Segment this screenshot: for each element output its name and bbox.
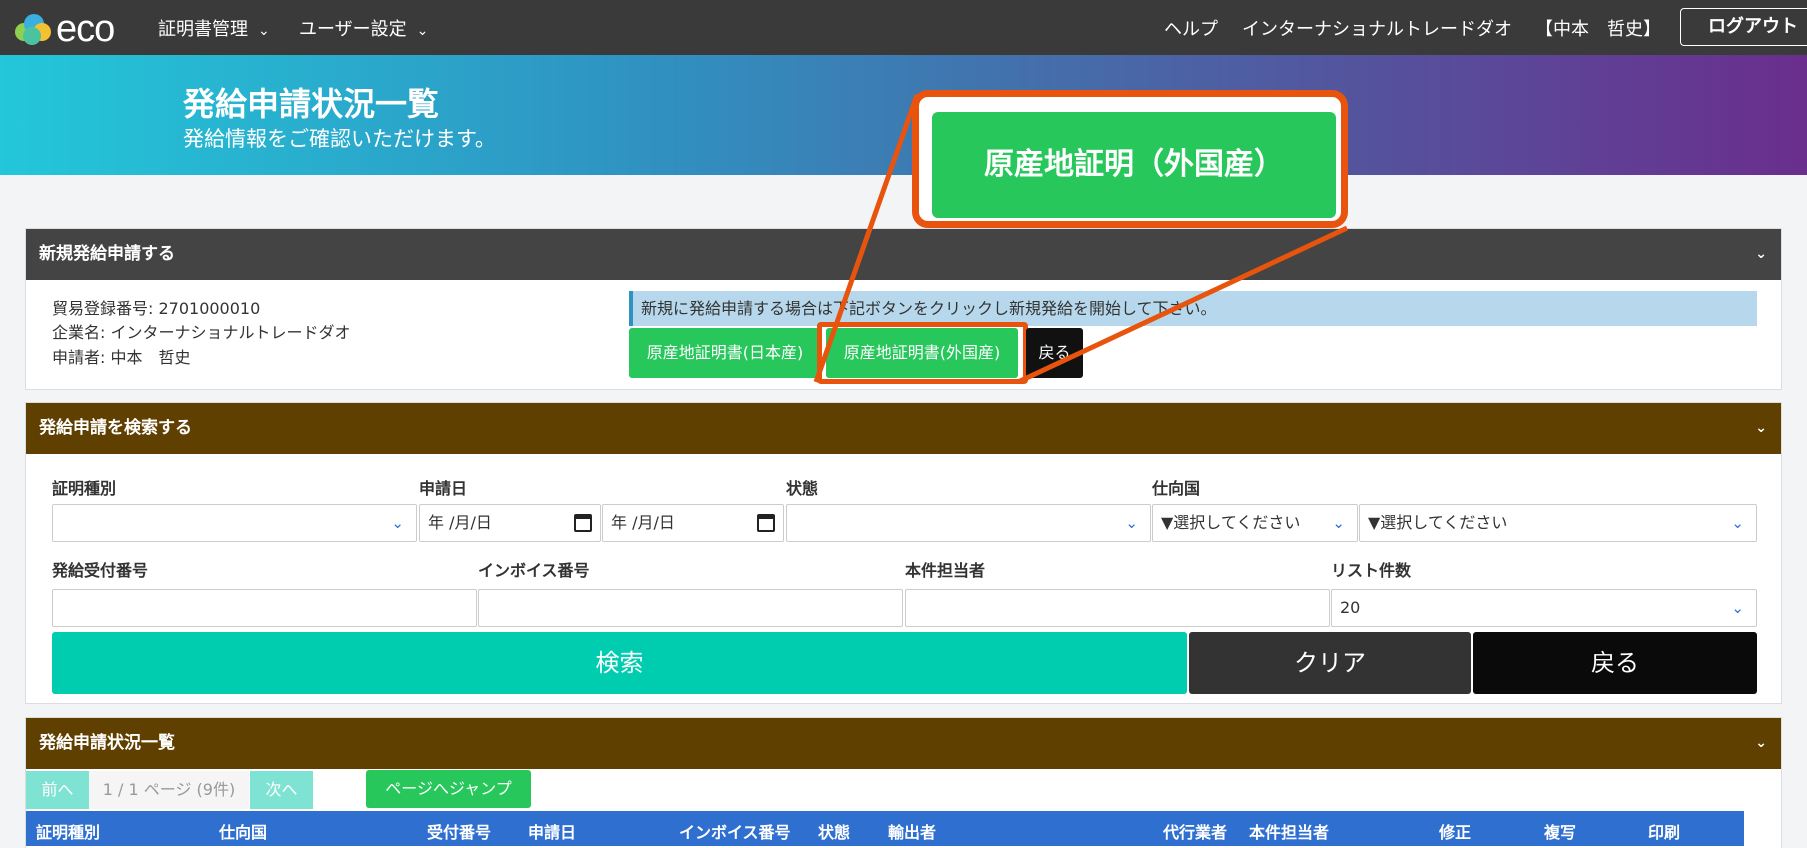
chevron-down-icon: ⌄: [1332, 514, 1345, 532]
table-header-row: 証明種別 仕向国 受付番号 申請日 インボイス番号 状態 輸出者 代行業者 本件…: [26, 811, 1744, 846]
prev-page-button[interactable]: 前へ: [26, 771, 89, 809]
list-header[interactable]: 発給申請状況一覧 ⌄: [26, 718, 1781, 769]
nav-user-name: 【中本 哲史】: [1535, 19, 1661, 40]
col-exporter[interactable]: 輸出者: [888, 819, 936, 843]
col-destination[interactable]: 仕向国: [219, 819, 267, 843]
search-button[interactable]: 検索: [52, 632, 1187, 694]
list-title: 発給申請状況一覧: [39, 733, 175, 753]
page-title: 発給申請状況一覧: [183, 85, 440, 123]
destination-country-select[interactable]: ▼選択してください ⌄: [1359, 504, 1757, 542]
logout-button[interactable]: ログアウト: [1680, 8, 1807, 46]
nav-user-settings-label: ユーザー設定: [299, 19, 407, 40]
col-agent[interactable]: 代行業者: [1163, 819, 1227, 843]
cloud-logo-icon: [15, 14, 51, 45]
date-from-placeholder: 年 /月/日: [428, 513, 492, 532]
apply-date-label: 申請日: [419, 479, 468, 498]
chevron-down-icon: ⌄: [416, 23, 429, 39]
destination-region-value: ▼選択してください: [1161, 513, 1301, 532]
date-to-placeholder: 年 /月/日: [611, 513, 675, 532]
receipt-no-label: 発給受付番号: [52, 561, 149, 580]
search-header[interactable]: 発給申請を検索する ⌄: [26, 403, 1781, 454]
person-input[interactable]: [905, 589, 1330, 627]
trade-registration-number: 貿易登録番号: 2701000010: [52, 299, 261, 318]
new-application-notice: 新規に発給申請する場合は下記ボタンをクリックし新規発給を開始して下さい。: [629, 291, 1757, 326]
company-name: 企業名: インターナショナルトレードダオ: [52, 323, 351, 342]
apply-date-to-input[interactable]: 年 /月/日: [602, 504, 784, 542]
status-select[interactable]: ⌄: [786, 504, 1151, 542]
chevron-down-icon: ⌄: [1755, 420, 1767, 436]
cert-type-select[interactable]: ⌄: [52, 504, 417, 542]
origin-cert-japan-button[interactable]: 原産地証明書(日本産): [629, 328, 821, 378]
invoice-no-input[interactable]: [478, 589, 903, 627]
new-back-button[interactable]: 戻る: [1026, 328, 1083, 378]
col-person[interactable]: 本件担当者: [1249, 819, 1329, 843]
top-navbar: eco 証明書管理 ⌄ ユーザー設定 ⌄ ヘルプ インターナショナルトレードダオ 【…: [0, 0, 1807, 55]
destination-label: 仕向国: [1152, 479, 1201, 498]
nav-certificate-management[interactable]: 証明書管理 ⌄: [158, 15, 270, 41]
nav-company-name: インターナショナルトレードダオ: [1242, 19, 1512, 40]
page-info: 1 / 1 ページ (9件): [89, 771, 249, 809]
chevron-down-icon: ⌄: [1731, 599, 1744, 617]
chevron-down-icon: ⌄: [1755, 735, 1767, 751]
callout-foreign-origin-button: 原産地証明（外国産）: [932, 112, 1336, 218]
chevron-down-icon: ⌄: [1731, 514, 1744, 532]
chevron-down-icon: ⌄: [391, 514, 404, 532]
nav-user-settings[interactable]: ユーザー設定 ⌄: [299, 15, 428, 41]
logo-text: eco: [56, 8, 115, 50]
new-application-title: 新規発給申請する: [39, 244, 175, 264]
chevron-down-icon: ⌄: [1755, 246, 1767, 262]
page-subtitle: 発給情報をご確認いただけます。: [183, 127, 496, 151]
destination-country-value: ▼選択してください: [1368, 513, 1508, 532]
search-back-button[interactable]: 戻る: [1473, 632, 1757, 694]
chevron-down-icon: ⌄: [1125, 514, 1138, 532]
col-edit[interactable]: 修正: [1439, 819, 1471, 843]
apply-date-from-input[interactable]: 年 /月/日: [419, 504, 601, 542]
col-receipt-no[interactable]: 受付番号: [427, 819, 491, 843]
application-list-panel: 発給申請状況一覧 ⌄ 前へ 1 / 1 ページ (9件) 次へ 1 ページへジャ…: [25, 717, 1782, 848]
next-page-button[interactable]: 次へ: [250, 771, 313, 809]
list-count-select[interactable]: 20 ⌄: [1331, 589, 1757, 627]
eco-logo[interactable]: eco: [12, 6, 132, 50]
col-invoice-no[interactable]: インボイス番号: [679, 819, 791, 843]
search-panel: 発給申請を検索する ⌄ 証明種別 申請日 状態 仕向国 ⌄ 年 /月/日 年 /…: [25, 402, 1782, 704]
col-apply-date[interactable]: 申請日: [528, 819, 576, 843]
applicant-name: 申請者: 中本 哲史: [52, 348, 191, 367]
col-cert-type[interactable]: 証明種別: [36, 819, 100, 843]
calendar-icon[interactable]: [757, 514, 775, 532]
clear-button[interactable]: クリア: [1189, 632, 1471, 694]
chevron-down-icon: ⌄: [258, 23, 270, 39]
invoice-no-label: インボイス番号: [478, 561, 590, 580]
status-label: 状態: [786, 479, 819, 498]
person-label: 本件担当者: [905, 561, 986, 580]
nav-certificate-management-label: 証明書管理: [158, 19, 248, 40]
destination-region-select[interactable]: ▼選択してください ⌄: [1152, 504, 1358, 542]
receipt-no-input[interactable]: [52, 589, 477, 627]
col-status[interactable]: 状態: [818, 819, 850, 843]
search-title: 発給申請を検索する: [39, 418, 192, 438]
list-count-label: リスト件数: [1331, 561, 1412, 580]
new-application-panel: 新規発給申請する ⌄ 貿易登録番号: 2701000010 企業名: インターナ…: [25, 228, 1782, 390]
page-hero: 発給申請状況一覧 発給情報をご確認いただけます。: [0, 55, 1807, 175]
col-copy[interactable]: 複写: [1544, 819, 1576, 843]
cert-type-label: 証明種別: [52, 479, 117, 498]
nav-help-link[interactable]: ヘルプ: [1164, 15, 1218, 41]
highlight-frame: [817, 322, 1028, 384]
col-print[interactable]: 印刷: [1648, 819, 1680, 843]
page-jump-button[interactable]: ページへジャンプ: [366, 770, 531, 808]
list-count-value: 20: [1340, 598, 1361, 617]
calendar-icon[interactable]: [574, 514, 592, 532]
new-application-header[interactable]: 新規発給申請する ⌄: [26, 229, 1781, 280]
